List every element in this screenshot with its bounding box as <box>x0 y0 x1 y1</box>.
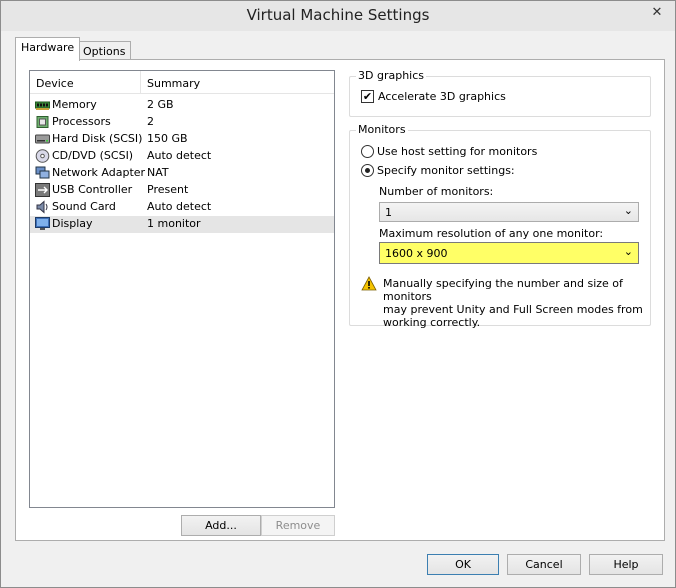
chevron-down-icon: ⌄ <box>623 245 633 258</box>
warning-line: Manually specifying the number and size … <box>383 277 623 303</box>
max-resolution-value: 1600 x 900 <box>385 247 448 260</box>
device-row-usb-controller[interactable]: USB Controller Present <box>30 182 334 199</box>
device-summary: 1 monitor <box>147 217 201 230</box>
warning-line: working correctly. <box>383 316 481 329</box>
cd-dvd-icon <box>35 149 50 163</box>
help-button[interactable]: Help <box>589 554 663 575</box>
max-resolution-select[interactable]: 1600 x 900 ⌄ <box>379 242 639 264</box>
close-icon[interactable]: ✕ <box>643 2 671 22</box>
device-summary: NAT <box>147 166 169 179</box>
device-row-sound-card[interactable]: Sound Card Auto detect <box>30 199 334 216</box>
device-row-cd-dvd[interactable]: CD/DVD (SCSI) Auto detect <box>30 148 334 165</box>
window-title: Virtual Machine Settings <box>246 6 430 24</box>
number-of-monitors-select[interactable]: 1 ⌄ <box>379 202 639 222</box>
use-host-setting-label[interactable]: Use host setting for monitors <box>377 145 537 158</box>
accelerate-3d-label[interactable]: Accelerate 3D graphics <box>378 90 506 103</box>
column-header-summary[interactable]: Summary <box>141 71 334 94</box>
device-name: Hard Disk (SCSI) <box>52 132 143 145</box>
device-summary: Auto detect <box>147 149 212 162</box>
device-name: USB Controller <box>52 183 133 196</box>
device-row-processors[interactable]: Processors 2 <box>30 114 334 131</box>
remove-button[interactable]: Remove <box>261 515 335 536</box>
tab-hardware[interactable]: Hardware <box>15 37 81 61</box>
device-summary: 150 GB <box>147 132 188 145</box>
device-row-hard-disk[interactable]: Hard Disk (SCSI) 150 GB <box>30 131 334 148</box>
monitors-group: Monitors Use host setting for monitors S… <box>349 123 651 329</box>
max-resolution-label: Maximum resolution of any one monitor: <box>379 227 604 240</box>
device-row-display[interactable]: Display 1 monitor <box>30 216 334 233</box>
device-name: Memory <box>52 98 97 111</box>
list-header: Device Summary <box>30 71 334 94</box>
chevron-down-icon: ⌄ <box>623 204 633 217</box>
warning-message: Manually specifying the number and size … <box>383 277 650 329</box>
usb-icon <box>35 183 50 197</box>
number-of-monitors-label: Number of monitors: <box>379 185 494 198</box>
title-bar[interactable]: Virtual Machine Settings ✕ <box>1 1 675 31</box>
use-host-setting-radio[interactable] <box>361 145 374 158</box>
display-icon <box>35 217 50 230</box>
device-row-memory[interactable]: Memory 2 GB <box>30 97 334 114</box>
3d-graphics-group-label: 3D graphics <box>356 69 426 82</box>
device-name: Display <box>52 217 93 230</box>
tab-options[interactable]: Options <box>77 41 132 61</box>
device-name: Sound Card <box>52 200 116 213</box>
device-summary: Auto detect <box>147 200 212 213</box>
cancel-button[interactable]: Cancel <box>507 554 581 575</box>
device-name: Processors <box>52 115 111 128</box>
warning-icon <box>361 276 377 291</box>
device-summary: 2 <box>147 115 154 128</box>
specify-monitor-settings-label[interactable]: Specify monitor settings: <box>377 164 515 177</box>
monitors-group-label: Monitors <box>356 123 408 136</box>
memory-icon <box>35 101 50 110</box>
hard-disk-icon <box>35 134 50 144</box>
device-name: Network Adapter <box>52 166 146 179</box>
ok-button[interactable]: OK <box>427 554 499 575</box>
number-of-monitors-value: 1 <box>385 206 392 219</box>
device-summary: 2 GB <box>147 98 174 111</box>
processor-icon <box>36 116 49 128</box>
3d-graphics-group: 3D graphics ✔ Accelerate 3D graphics <box>349 69 651 117</box>
sound-card-icon <box>36 200 48 214</box>
vm-settings-window: Virtual Machine Settings ✕ Hardware Opti… <box>0 0 676 588</box>
hardware-tab-panel: Device Summary Memory 2 GB Processors 2 … <box>15 59 665 541</box>
accelerate-3d-checkbox[interactable]: ✔ <box>361 90 374 103</box>
device-summary: Present <box>147 183 189 196</box>
column-header-device[interactable]: Device <box>30 71 141 94</box>
device-name: CD/DVD (SCSI) <box>52 149 134 162</box>
device-list[interactable]: Device Summary Memory 2 GB Processors 2 … <box>29 70 335 508</box>
specify-monitor-settings-radio[interactable] <box>361 164 374 177</box>
device-row-network-adapter[interactable]: Network Adapter NAT <box>30 165 334 182</box>
add-button[interactable]: Add... <box>181 515 261 536</box>
warning-line: may prevent Unity and Full Screen modes … <box>383 303 643 316</box>
network-adapter-icon <box>35 166 50 179</box>
